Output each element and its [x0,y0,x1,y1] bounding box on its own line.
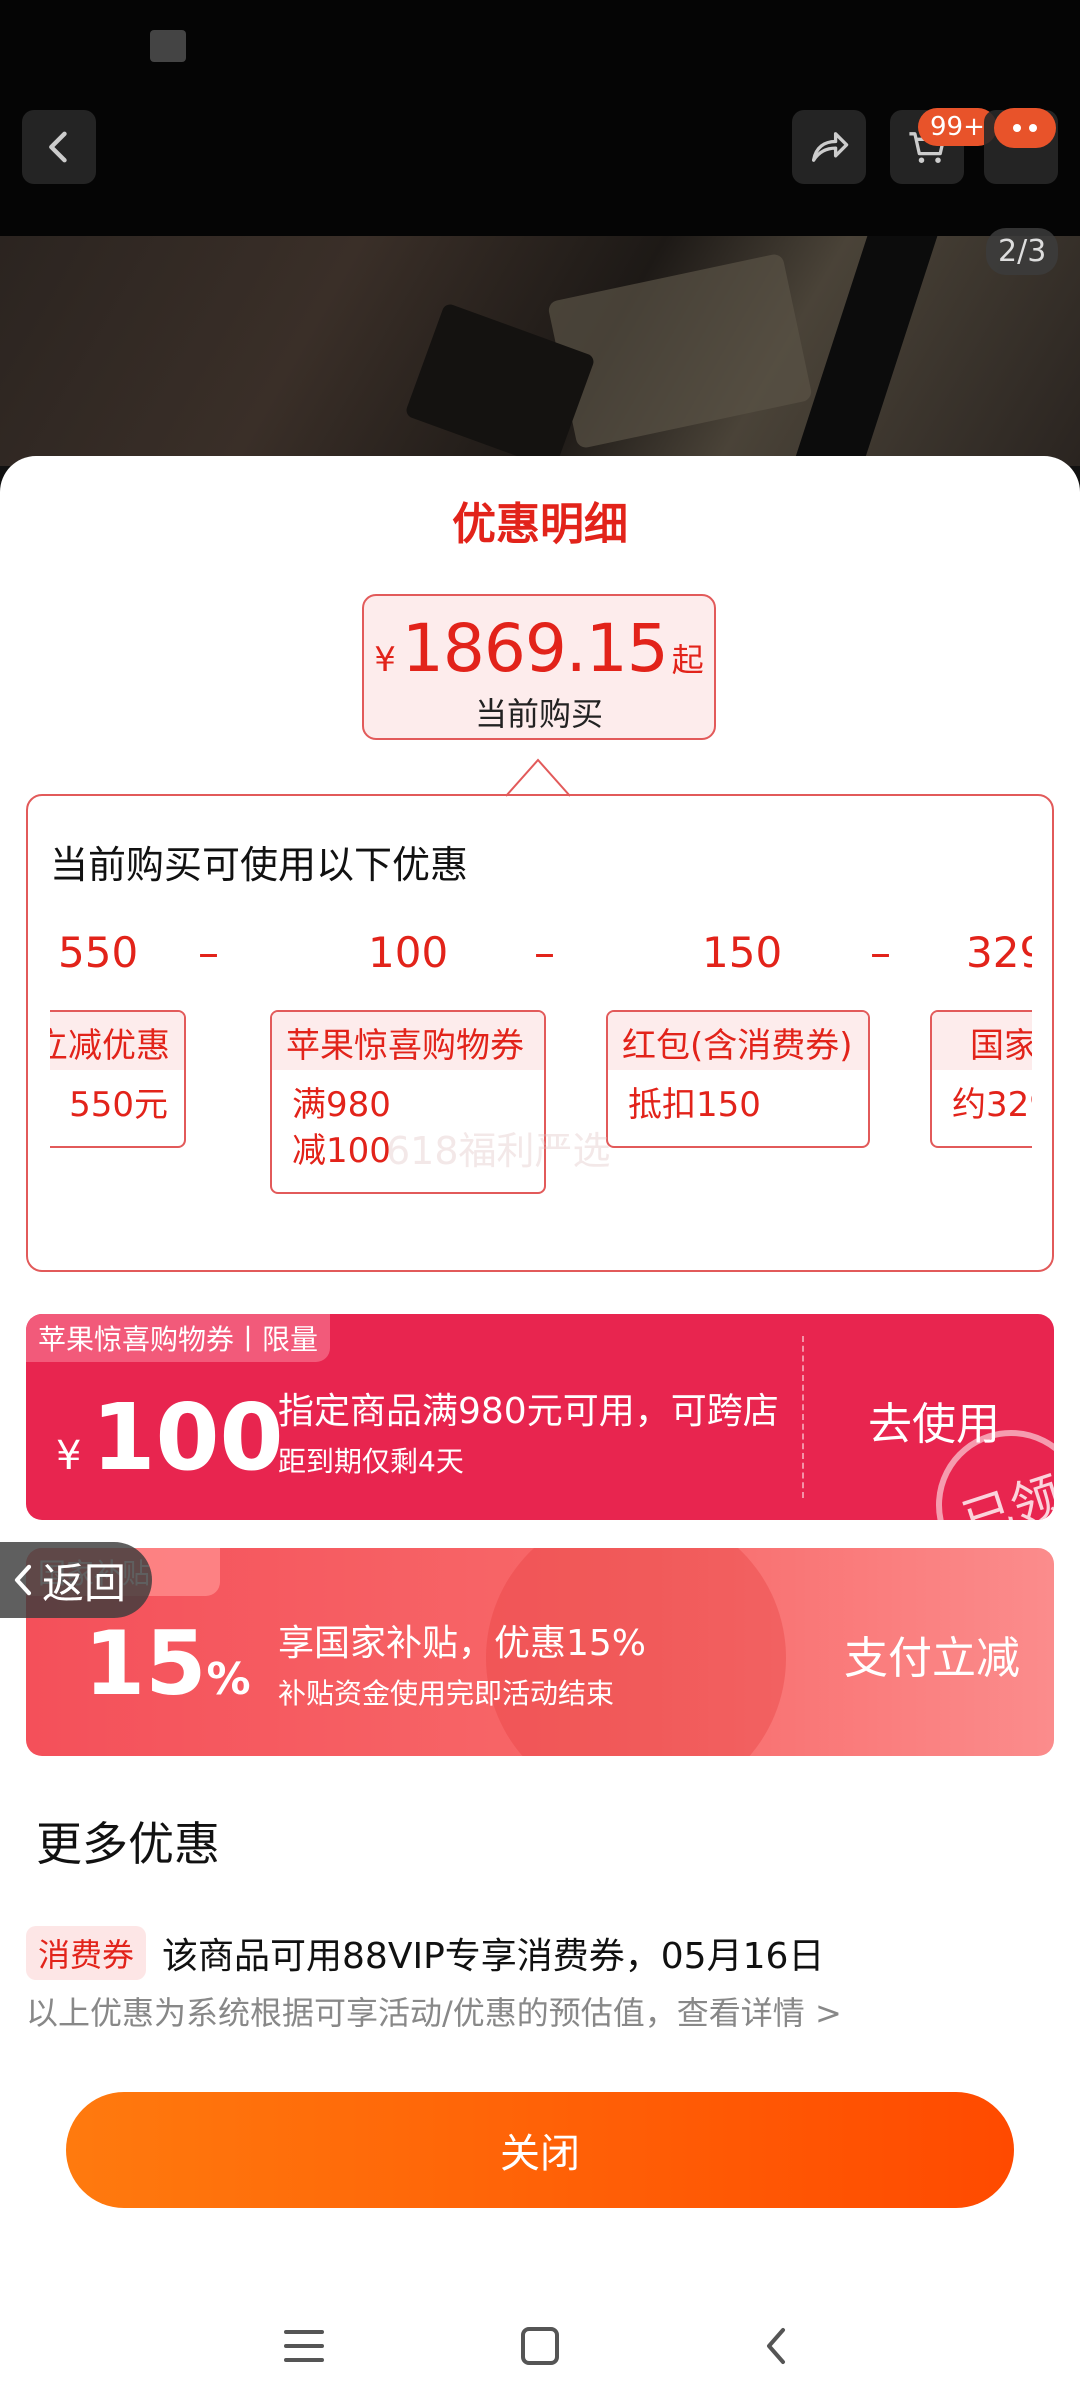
coupon-currency: ¥ [56,1433,82,1479]
flow-minus: – [534,928,555,977]
flow-value: 550 [58,928,139,977]
coupon-unit: % [206,1654,251,1705]
flow-card-title: 红包(含消费券) [608,1012,868,1070]
flow-card: 立减优惠 550元 [50,1010,186,1148]
coupon-divider [802,1336,804,1498]
coupon-card-apple[interactable]: 苹果惊喜购物券丨限量 ¥ 100 指定商品满980元可用，可跨店 距到期仅剩4天… [26,1314,1054,1520]
sheet-title: 优惠明细 [452,499,628,550]
flow-card-line: 抵扣150 [628,1085,761,1125]
coupon-amount: 15 % [84,1612,251,1715]
price-label: 当前购买 [474,695,603,733]
flow-minus: – [870,928,891,977]
message-badge [994,108,1056,148]
chevron-left-icon [49,131,67,163]
coupon-amount: ¥ 100 [56,1384,284,1491]
share-button[interactable] [792,110,866,184]
image-counter: 2/3 [986,228,1059,275]
flow-value: 329.8 [966,928,1032,977]
close-button[interactable]: 关闭 [66,2092,1014,2208]
flow-value: 100 [368,928,449,977]
breakdown-flow[interactable]: 550 立减优惠 550元 – 100 苹果惊喜购物券 满980 减100 – … [50,928,1032,1248]
voucher-text: 该商品可用88VIP专享消费券，05月16日 [162,1936,825,1977]
pay-discount-button[interactable]: 支付立减 [844,1622,1020,1686]
nav-menu-button[interactable] [274,2316,334,2376]
breakdown-heading: 当前购买可使用以下优惠 [50,843,469,887]
floating-back-button[interactable]: 返回 [0,1542,152,1618]
coupon-note: 补贴资金使用完即活动结束 [278,1677,615,1710]
status-app-icon [150,30,186,62]
discount-detail-sheet: 优惠明细 ¥ 1869.15 起 当前购买 当前购买可使用以下优惠 550 立减… [0,456,1080,2400]
flow-value: 150 [702,928,783,977]
more-offer-item: 消费券 该商品可用88VIP专享消费券，05月16日 [26,1926,824,1980]
coupon-condition: 享国家补贴，优惠15% [278,1623,647,1664]
discount-breakdown: 当前购买可使用以下优惠 550 立减优惠 550元 – 100 苹果惊喜购物券 … [26,794,1054,1272]
current-price-box: ¥ 1869.15 起 当前购买 [362,594,716,740]
coupon-tag: 苹果惊喜购物券丨限量 [26,1314,331,1362]
coupon-value: 100 [91,1384,284,1491]
flow-card-title: 国家补贴 [932,1012,1032,1070]
price-suffix: 起 [671,641,704,679]
nav-home-button[interactable] [510,2316,570,2376]
nav-back-button[interactable] [746,2316,806,2376]
price-currency: ¥ [374,640,396,680]
menu-icon [284,2330,324,2362]
flow-card: 红包(含消费券) 抵扣150 [606,1010,870,1148]
flow-card-line: 约329.8 [952,1085,1032,1125]
chevron-left-icon [14,1564,32,1596]
disclaimer-link[interactable]: 以上优惠为系统根据可享活动/优惠的预估值，查看详情 > [26,1988,842,2034]
back-button[interactable] [22,110,96,184]
floating-back-label: 返回 [42,1558,127,1608]
coupon-value: 15 [84,1612,207,1715]
watermark-text: 618福利严选 [386,1129,611,1173]
flow-card: 国家补贴 约329.8 [930,1010,1032,1148]
voucher-tag: 消费券 [26,1926,147,1980]
coupon-condition: 指定商品满980元可用，可跨店 [278,1391,779,1432]
flow-card-title: 苹果惊喜购物券 [272,1012,544,1070]
back-arrow-icon [767,2328,785,2364]
product-image [0,236,1080,470]
system-nav-bar [0,2296,1080,2400]
coupon-expiry: 距到期仅剩4天 [278,1445,464,1478]
home-square-icon [521,2327,559,2365]
flow-card-title: 立减优惠 [50,1012,184,1070]
flow-card-line: 550元 [69,1085,168,1125]
coupon-card-subsidy[interactable]: 国家补贴 15 % 享国家补贴，优惠15% 补贴资金使用完即活动结束 支付立减 [26,1548,1054,1756]
share-icon [811,132,849,162]
pointer-notch [506,758,570,797]
flow-minus: – [198,928,219,977]
price-amount: 1869.15 [401,610,669,687]
more-offers-title: 更多优惠 [36,1817,220,1871]
